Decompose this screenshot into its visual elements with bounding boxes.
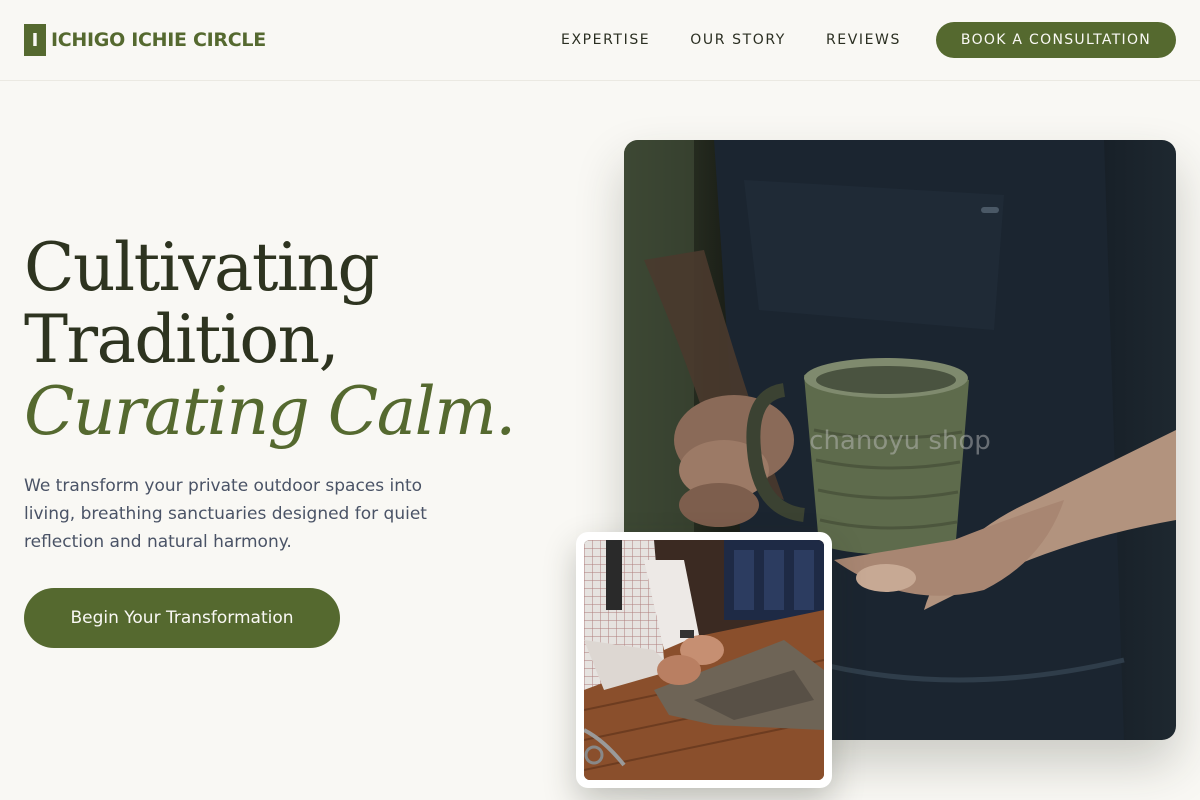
hero-heading-accent: Curating Calm. (24, 373, 516, 450)
hero-heading-line-2: Tradition, (24, 301, 340, 378)
hero-heading-line-1: Cultivating (24, 229, 380, 306)
image-watermark: chanoyu shop (809, 426, 991, 456)
site-header: I ICHIGO ICHIE CIRCLE EXPERTISE OUR STOR… (0, 0, 1200, 81)
logo[interactable]: I ICHIGO ICHIE CIRCLE (24, 24, 266, 56)
inset-image-frame (576, 532, 832, 788)
hero-subtext: We transform your private outdoor spaces… (24, 476, 427, 552)
main-nav: EXPERTISE OUR STORY REVIEWS (561, 31, 941, 49)
logo-mark: I (24, 24, 46, 56)
begin-transformation-button[interactable]: Begin Your Transformation (24, 588, 340, 648)
nav-link-reviews[interactable]: REVIEWS (826, 31, 901, 49)
book-consultation-button[interactable]: BOOK A CONSULTATION (936, 22, 1176, 58)
nav-link-expertise[interactable]: EXPERTISE (561, 31, 650, 49)
tailor-illustration (584, 540, 824, 780)
logo-text: ICHIGO ICHIE CIRCLE (51, 29, 266, 51)
nav-link-our-story[interactable]: OUR STORY (690, 31, 786, 49)
inset-image (584, 540, 824, 780)
hero-heading: Cultivating Tradition, Curating Calm. (24, 232, 564, 448)
